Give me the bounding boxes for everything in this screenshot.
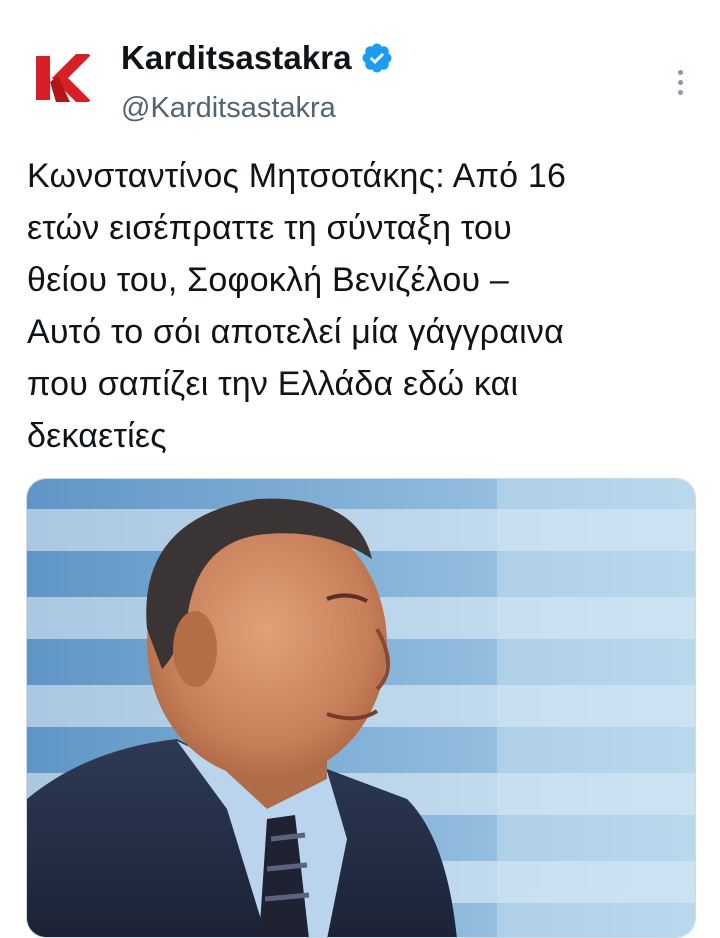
tweet-media-photo[interactable] — [26, 478, 696, 938]
more-dot — [677, 89, 683, 95]
verified-badge-icon — [362, 43, 392, 73]
name-row: Karditsastakra — [121, 38, 394, 78]
tweet-text: Κωνσταντίνος Μητσοτάκης: Από 16 ετών εισ… — [27, 157, 567, 455]
more-options-button[interactable] — [664, 64, 696, 100]
account-handle[interactable]: @Karditsastakra — [121, 90, 336, 126]
photo-icon — [27, 479, 695, 937]
tweet-header: Karditsastakra @Karditsastakra — [0, 0, 720, 130]
account-avatar[interactable] — [26, 42, 98, 114]
more-dot — [677, 79, 683, 85]
display-name[interactable]: Karditsastakra — [121, 38, 352, 78]
more-vertical-icon — [677, 69, 683, 75]
karditsastakra-logo-icon — [26, 42, 98, 114]
